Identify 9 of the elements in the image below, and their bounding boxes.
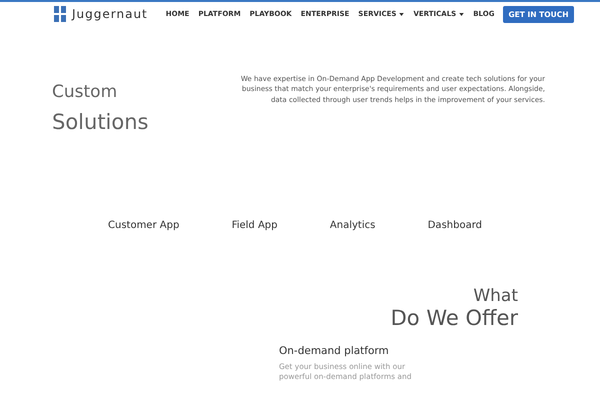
section-heading: What Do We Offer <box>390 285 518 329</box>
tab[interactable]: Dashboard <box>428 220 482 231</box>
tab[interactable]: Customer App <box>108 220 180 231</box>
tab[interactable]: Analytics <box>330 220 376 231</box>
hero-heading: Custom Solutions <box>52 81 148 134</box>
brand-name[interactable]: Juggernaut <box>72 7 148 21</box>
logo-icon[interactable] <box>53 5 67 23</box>
tab[interactable]: Field App <box>232 220 278 231</box>
feature-title: On-demand platform <box>279 345 390 357</box>
